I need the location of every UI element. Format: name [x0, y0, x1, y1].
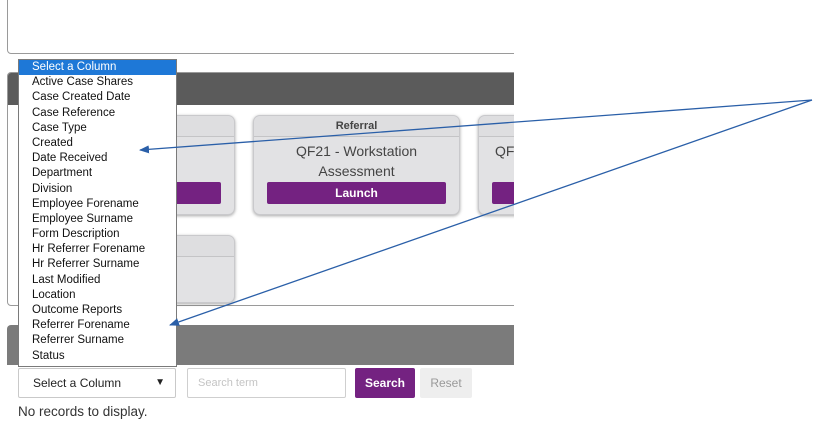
annotation-arrows [139, 99, 813, 326]
annotation-arrow [169, 99, 813, 326]
annotation-arrow [139, 99, 813, 154]
